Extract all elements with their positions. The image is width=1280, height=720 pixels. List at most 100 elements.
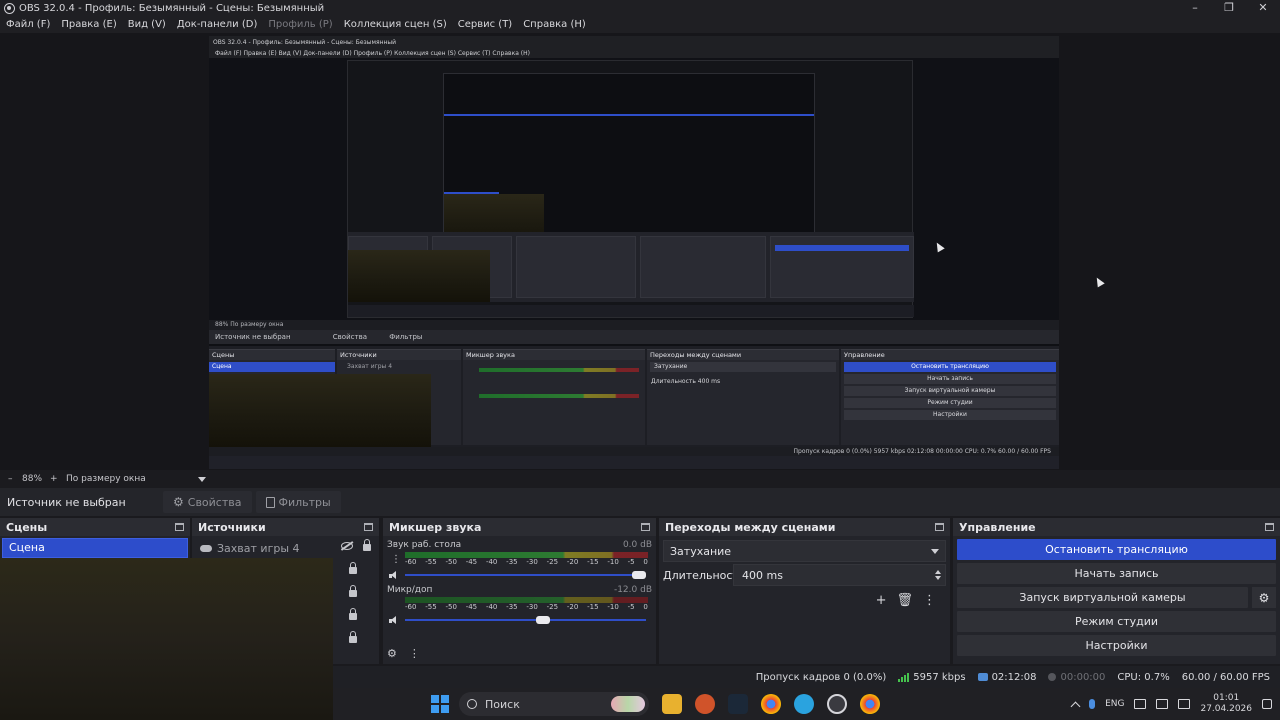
nested-inner-screen <box>443 73 815 246</box>
preview-area[interactable]: OBS 32.0.4 - Профиль: Безымянный - Сцены… <box>0 33 1280 470</box>
nested-dock <box>516 236 636 298</box>
undock-icon[interactable] <box>364 523 373 531</box>
filters-button[interactable]: Фильтры <box>255 491 341 513</box>
duration-input[interactable]: 400 ms <box>733 564 946 586</box>
speaker-icon[interactable] <box>389 570 399 580</box>
nested-windows-taskbar <box>209 456 1059 469</box>
visibility-hidden-icon[interactable] <box>341 541 353 550</box>
nested-webcam <box>348 250 490 302</box>
controls-dock: Управление Остановить трансляцию Начать … <box>953 518 1280 664</box>
zoom-fit-select[interactable]: По размеру окна <box>66 474 206 484</box>
lock-icon[interactable] <box>349 585 357 597</box>
menu-scene-collection[interactable]: Коллекция сцен (S) <box>344 19 447 30</box>
nested-props: Свойства <box>332 333 367 341</box>
chrome-profile-icon[interactable] <box>860 694 880 714</box>
tick: -60 <box>405 603 417 611</box>
maximize-button[interactable]: ❐ <box>1212 0 1246 16</box>
search-highlight-icon <box>611 696 645 712</box>
no-source-label: Источник не выбран <box>7 495 126 509</box>
delete-transition-button[interactable]: 🗑 <box>896 593 913 608</box>
gear-icon[interactable]: ⚙ <box>1252 587 1276 608</box>
menu-file[interactable]: Файл (F) <box>6 19 50 30</box>
telegram-icon[interactable] <box>794 694 814 714</box>
channel-menu-icon[interactable]: ⋮ <box>391 554 401 565</box>
lock-icon[interactable] <box>363 539 371 551</box>
start-record-button[interactable]: Начать запись <box>957 563 1276 584</box>
add-transition-button[interactable]: + <box>876 593 887 608</box>
volume-meter <box>405 597 648 603</box>
stop-stream-button[interactable]: Остановить трансляцию <box>957 539 1276 560</box>
undock-icon[interactable] <box>175 523 184 531</box>
chevron-up-icon[interactable] <box>1070 701 1081 711</box>
lock-icon[interactable] <box>349 562 357 574</box>
transition-tools: + 🗑 ⋮ <box>659 593 936 608</box>
steam-icon[interactable] <box>728 694 748 714</box>
preview-canvas[interactable]: OBS 32.0.4 - Профиль: Безымянный - Сцены… <box>209 36 1059 469</box>
scenes-title: Сцены <box>6 520 48 534</box>
studio-mode-button[interactable]: Режим студии <box>957 611 1276 632</box>
mixer-footer: ⚙ ⋮ <box>387 647 420 660</box>
menu-edit[interactable]: Правка (E) <box>61 19 116 30</box>
zoom-in-button[interactable]: + <box>50 474 66 484</box>
nested-source-item: Захват игры 4 <box>347 363 393 370</box>
menu-docks[interactable]: Док-панели (D) <box>177 19 258 30</box>
virtual-camera-button[interactable]: Запуск виртуальной камеры <box>957 587 1248 608</box>
chrome-icon[interactable] <box>761 694 781 714</box>
network-icon[interactable] <box>1134 699 1147 709</box>
volume-slider-handle[interactable] <box>535 616 550 624</box>
advanced-audio-icon[interactable]: ⚙ <box>387 647 397 660</box>
menu-tools[interactable]: Сервис (T) <box>458 19 512 30</box>
dropped-frames: Пропуск кадров 0 (0.0%) <box>755 671 887 683</box>
mixer-menu-icon[interactable]: ⋮ <box>409 647 420 660</box>
start-button[interactable] <box>431 695 449 713</box>
lock-icon[interactable] <box>349 608 357 620</box>
sources-header: Источники <box>192 518 379 536</box>
close-button[interactable]: ✕ <box>1246 0 1280 16</box>
settings-button[interactable]: Настройки <box>957 635 1276 656</box>
lock-icon[interactable] <box>349 631 357 643</box>
volume-slider[interactable] <box>405 616 646 624</box>
microphone-icon[interactable] <box>1089 699 1096 709</box>
spin-up-icon[interactable] <box>935 570 941 574</box>
nested-meter <box>479 368 639 372</box>
tick: 0 <box>643 558 648 566</box>
tick: -55 <box>425 558 437 566</box>
spin-down-icon[interactable] <box>935 576 941 580</box>
notification-icon[interactable] <box>1262 699 1272 709</box>
minimize-button[interactable]: – <box>1178 0 1212 16</box>
menu-help[interactable]: Справка (H) <box>523 19 586 30</box>
mixer-title: Микшер звука <box>389 520 482 534</box>
undock-icon[interactable] <box>935 523 944 531</box>
zoom-out-button[interactable]: – <box>8 474 22 484</box>
speaker-icon[interactable] <box>389 615 399 625</box>
obs-icon[interactable] <box>827 694 847 714</box>
channel-db: 0.0 dB <box>622 540 652 550</box>
system-tray: ENG 01:01 27.04.2026 <box>1070 693 1280 715</box>
record-time-status: 00:00:00 <box>1048 672 1105 683</box>
file-explorer-icon[interactable] <box>662 694 682 714</box>
undock-icon[interactable] <box>641 523 650 531</box>
nested-mixer-title: Микшер звука <box>463 350 645 360</box>
properties-button[interactable]: ⚙ Свойства <box>163 491 252 513</box>
transition-select[interactable]: Затухание <box>663 540 946 562</box>
nested-dock <box>640 236 766 298</box>
language-indicator[interactable]: ENG <box>1105 699 1124 709</box>
duration-label: Длительность <box>663 568 746 582</box>
undock-icon[interactable] <box>1265 523 1274 531</box>
virtual-cam-row: Запуск виртуальной камеры ⚙ <box>957 587 1276 608</box>
battery-icon[interactable] <box>1178 699 1191 709</box>
menu-view[interactable]: Вид (V) <box>128 19 166 30</box>
scene-item[interactable]: Сцена <box>2 538 188 558</box>
window-title: OBS 32.0.4 - Профиль: Безымянный - Сцены… <box>19 2 325 14</box>
volume-icon[interactable] <box>1156 699 1169 709</box>
volume-slider-handle[interactable] <box>632 571 646 579</box>
browser-icon[interactable] <box>695 694 715 714</box>
tick: -25 <box>546 603 559 611</box>
tick: 0 <box>643 603 648 611</box>
duration-spinner[interactable] <box>935 570 941 580</box>
clock[interactable]: 01:01 27.04.2026 <box>1200 693 1252 715</box>
transition-menu-button[interactable]: ⋮ <box>923 593 936 608</box>
volume-slider[interactable] <box>405 571 646 579</box>
taskbar-search[interactable]: Поиск <box>459 692 649 716</box>
tick: -10 <box>607 558 619 566</box>
